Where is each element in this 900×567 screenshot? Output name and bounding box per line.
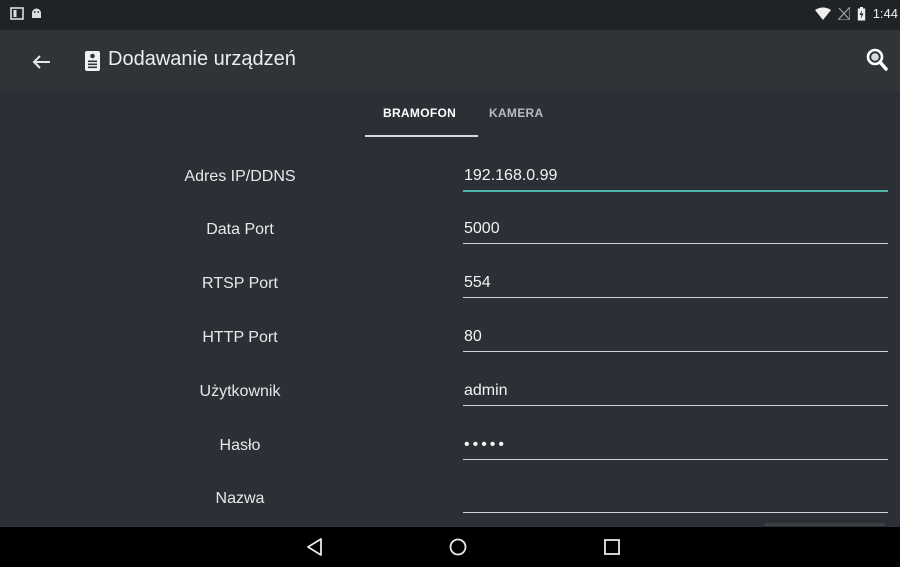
app-bar: Dodawanie urządzeń xyxy=(0,30,900,92)
battery-charging-icon xyxy=(857,6,865,20)
tab-kamera[interactable]: KAMERA xyxy=(489,106,543,120)
http-port-input[interactable]: 80 xyxy=(463,321,888,352)
intercom-icon xyxy=(85,51,100,71)
form-row-rtsp-port: RTSP Port 554 xyxy=(0,267,900,317)
rtsp-port-value: 554 xyxy=(464,274,491,291)
arrow-left-icon[interactable] xyxy=(29,49,55,75)
form-row-data-port: Data Port 5000 xyxy=(0,213,900,263)
page-title: Dodawanie urządzeń xyxy=(108,48,296,70)
password-input[interactable]: ••••• xyxy=(463,429,888,460)
search-icon[interactable] xyxy=(864,45,890,75)
form-row-ip: Adres IP/DDNS 192.168.0.99 xyxy=(0,160,900,210)
ip-address-value: 192.168.0.99 xyxy=(464,167,558,184)
android-debug-icon xyxy=(32,8,41,18)
triangle-back-icon[interactable] xyxy=(303,535,327,559)
form-row-http-port: HTTP Port 80 xyxy=(0,321,900,371)
data-port-value: 5000 xyxy=(464,220,500,237)
square-recents-icon[interactable] xyxy=(600,535,624,559)
user-label: Użytkownik xyxy=(199,383,281,400)
status-time: 1:44 xyxy=(872,6,898,21)
no-signal-icon xyxy=(837,7,850,20)
rtsp-port-input[interactable]: 554 xyxy=(463,267,888,298)
data-port-label: Data Port xyxy=(206,221,274,238)
system-nav-bar xyxy=(0,527,900,567)
tab-bar: BRAMOFON KAMERA xyxy=(0,92,900,140)
name-label: Nazwa xyxy=(215,490,265,507)
http-port-label: HTTP Port xyxy=(202,329,278,346)
tab-indicator xyxy=(365,135,478,137)
ip-address-input[interactable]: 192.168.0.99 xyxy=(463,160,888,192)
wifi-icon xyxy=(814,7,831,20)
password-label: Hasło xyxy=(219,437,261,454)
http-port-value: 80 xyxy=(464,328,482,345)
form-row-password: Hasło ••••• xyxy=(0,429,900,479)
user-value: admin xyxy=(464,382,508,399)
user-input[interactable]: admin xyxy=(463,375,888,406)
data-port-input[interactable]: 5000 xyxy=(463,213,888,244)
form-row-user: Użytkownik admin xyxy=(0,375,900,425)
scroll-hint xyxy=(765,523,885,526)
tab-bramofon[interactable]: BRAMOFON xyxy=(383,106,456,120)
name-input[interactable] xyxy=(463,482,888,513)
notification-app-icon xyxy=(10,7,24,20)
ip-label: Adres IP/DDNS xyxy=(184,168,296,185)
circle-home-icon[interactable] xyxy=(446,535,470,559)
password-value: ••••• xyxy=(464,436,508,453)
rtsp-port-label: RTSP Port xyxy=(202,275,278,292)
status-bar: 1:44 xyxy=(0,0,900,30)
